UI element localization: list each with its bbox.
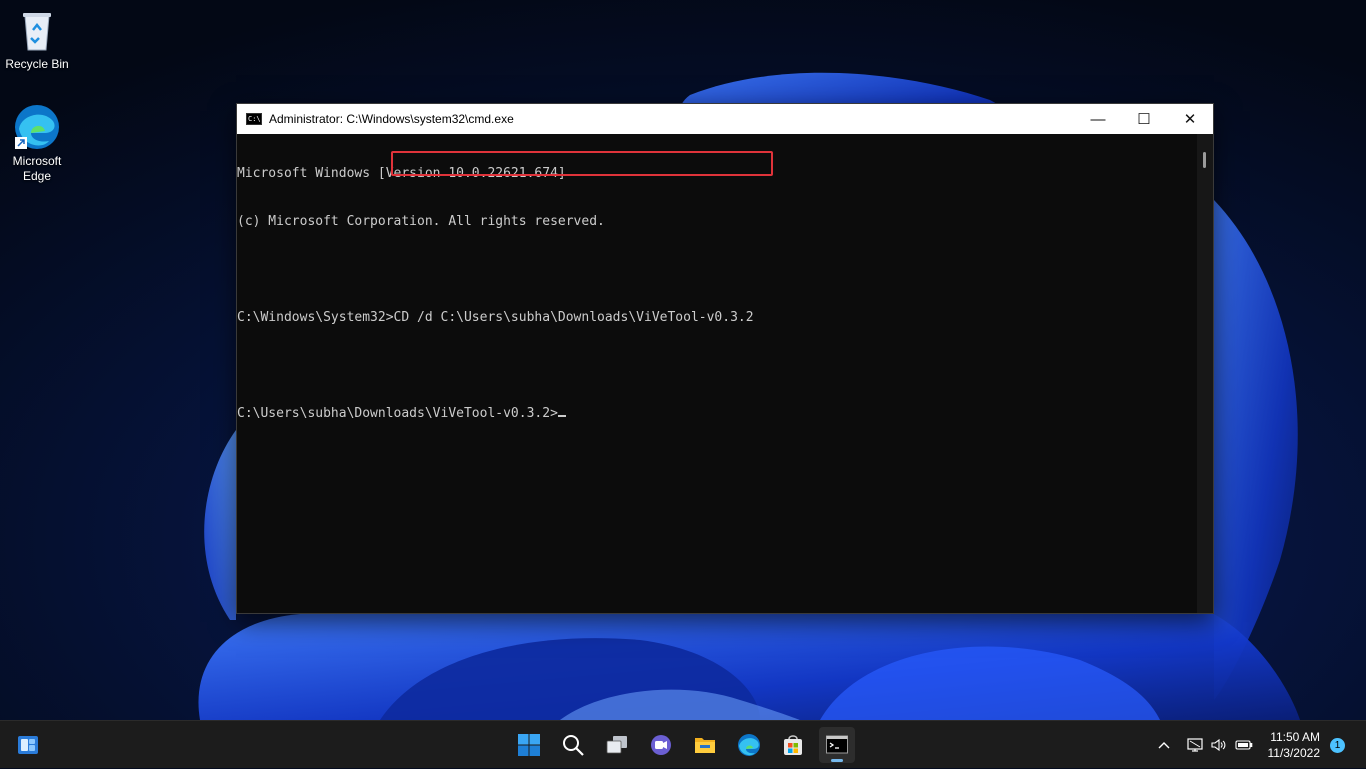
search-button[interactable] bbox=[555, 727, 591, 763]
terminal-icon bbox=[826, 735, 848, 754]
console-line: (c) Microsoft Corporation. All rights re… bbox=[237, 214, 605, 229]
start-button[interactable] bbox=[511, 727, 547, 763]
clock-date: 11/3/2022 bbox=[1267, 746, 1321, 760]
windows-start-icon bbox=[518, 734, 540, 756]
vertical-scrollbar[interactable] bbox=[1197, 134, 1213, 613]
window-titlebar[interactable]: C:\ Administrator: C:\Windows\system32\c… bbox=[237, 104, 1213, 134]
store-icon bbox=[784, 735, 802, 755]
cmd-window[interactable]: C:\ Administrator: C:\Windows\system32\c… bbox=[236, 103, 1214, 614]
edge-taskbar-button[interactable] bbox=[731, 727, 767, 763]
task-view-icon bbox=[606, 736, 627, 754]
desktop-icon-label: Recycle Bin bbox=[5, 57, 69, 71]
edge-icon bbox=[738, 734, 760, 756]
file-explorer-button[interactable] bbox=[687, 727, 723, 763]
console-prompt-line: C:\Users\subha\Downloads\ViVeTool-v0.3.2… bbox=[237, 406, 1197, 422]
chat-button[interactable] bbox=[643, 727, 679, 763]
text-cursor bbox=[557, 415, 566, 417]
taskbar: 11:50 AM 11/3/2022 1 bbox=[0, 720, 1366, 768]
running-indicator bbox=[831, 759, 843, 762]
folder-icon bbox=[695, 738, 715, 753]
store-button[interactable] bbox=[775, 727, 811, 763]
widgets-icon bbox=[18, 736, 38, 754]
edge-icon bbox=[13, 103, 61, 151]
task-view-button[interactable] bbox=[599, 727, 635, 763]
terminal-taskbar-button[interactable] bbox=[819, 727, 855, 763]
volume-button[interactable] bbox=[1210, 721, 1228, 769]
minimize-button[interactable]: — bbox=[1075, 104, 1121, 134]
close-button[interactable]: ✕ bbox=[1167, 104, 1213, 134]
console-output[interactable]: Microsoft Windows [Version 10.0.22621.67… bbox=[237, 134, 1197, 613]
desktop-icon-label: Microsoft Edge bbox=[12, 154, 62, 183]
chevron-up-icon bbox=[1158, 742, 1170, 749]
console-line: C:\Windows\System32>CD /d C:\Users\subha… bbox=[237, 310, 754, 325]
scrollbar-thumb[interactable] bbox=[1203, 152, 1206, 168]
widgets-button[interactable] bbox=[10, 727, 46, 763]
desktop-icon-recycle-bin[interactable]: Recycle Bin bbox=[2, 6, 72, 72]
search-icon bbox=[563, 735, 584, 756]
notification-badge[interactable]: 1 bbox=[1330, 738, 1345, 753]
recycle-bin-icon bbox=[13, 6, 61, 54]
desktop-icon-microsoft-edge[interactable]: Microsoft Edge bbox=[2, 103, 72, 184]
clock[interactable]: 11:50 AM 11/3/2022 bbox=[1268, 729, 1321, 761]
console-prompt: C:\Users\subha\Downloads\ViVeTool-v0.3.2… bbox=[237, 406, 558, 421]
battery-button[interactable] bbox=[1234, 721, 1254, 769]
network-button[interactable] bbox=[1186, 721, 1204, 769]
volume-icon bbox=[1211, 738, 1226, 752]
maximize-button[interactable]: ☐ bbox=[1121, 104, 1167, 134]
cmd-app-icon: C:\ bbox=[246, 113, 262, 125]
clock-time: 11:50 AM bbox=[1270, 730, 1320, 744]
window-title: Administrator: C:\Windows\system32\cmd.e… bbox=[269, 112, 514, 126]
battery-icon bbox=[1235, 740, 1253, 750]
teams-chat-icon bbox=[651, 735, 671, 755]
network-icon bbox=[1187, 738, 1203, 752]
show-hidden-icons-button[interactable] bbox=[1156, 721, 1172, 769]
command-highlight-box bbox=[391, 151, 773, 176]
